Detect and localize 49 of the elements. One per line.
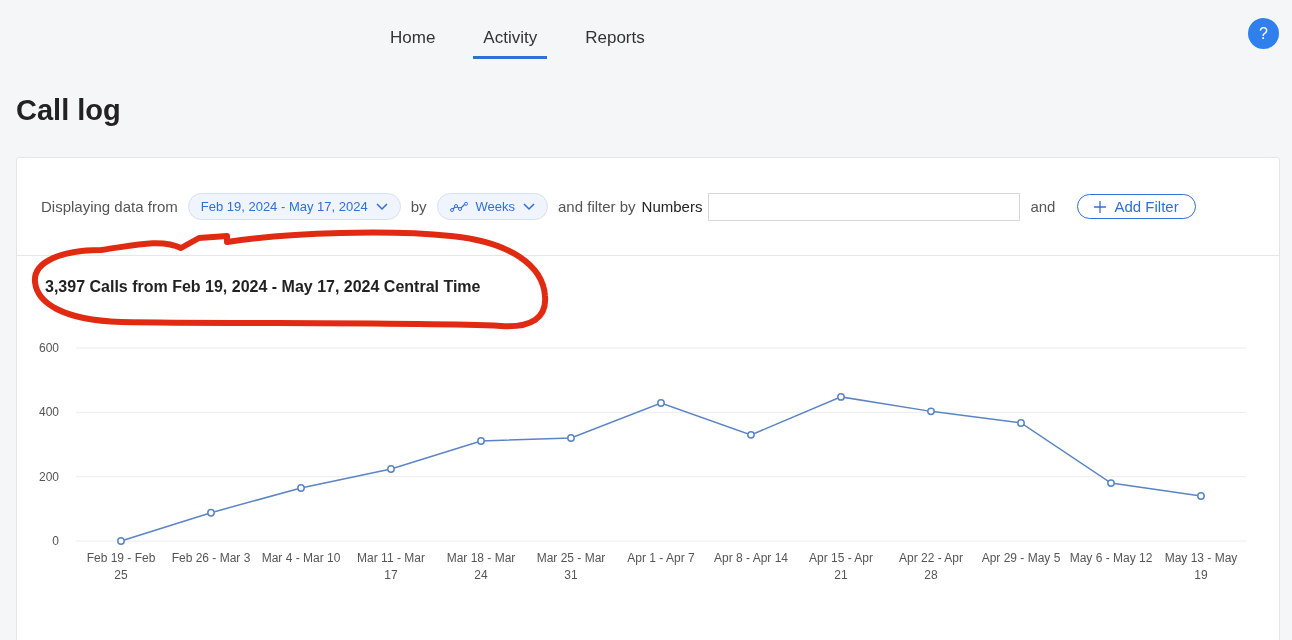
data-point bbox=[297, 484, 305, 492]
x-axis-label: May 13 - May 19 bbox=[1164, 551, 1238, 582]
data-point bbox=[657, 399, 665, 407]
nav-tab[interactable]: Activity bbox=[473, 24, 548, 59]
y-axis-label: 600 bbox=[38, 341, 59, 355]
x-axis-label: Mar 4 - Mar 10 bbox=[261, 551, 341, 565]
add-filter-button[interactable]: Add Filter bbox=[1077, 194, 1196, 219]
data-point bbox=[1197, 492, 1205, 500]
x-axis-label: Mar 11 - Mar 17 bbox=[357, 551, 425, 582]
data-point bbox=[837, 392, 845, 401]
x-axis-label: Apr 8 - Apr 14 bbox=[714, 551, 788, 565]
nav-tab[interactable]: Reports bbox=[575, 24, 655, 59]
chevron-down-icon bbox=[523, 202, 536, 211]
x-axis-label: May 6 - May 12 bbox=[1069, 551, 1153, 565]
line-chart-icon bbox=[449, 201, 468, 212]
page-title: Call log bbox=[16, 94, 122, 128]
filter-label: by bbox=[410, 198, 427, 215]
numbers-input-field[interactable] bbox=[708, 192, 1021, 221]
y-axis-label: 0 bbox=[52, 534, 59, 548]
nav-tab[interactable]: Home bbox=[380, 24, 446, 59]
chevron-down-icon bbox=[375, 202, 388, 211]
help-button[interactable]: ? bbox=[1248, 18, 1279, 49]
x-axis-label: Feb 26 - Mar 3 bbox=[171, 551, 251, 565]
x-axis-label: Mar 25 - Mar 31 bbox=[536, 551, 606, 582]
interval-dropdown[interactable]: Weeks bbox=[436, 193, 549, 220]
plus-icon bbox=[1094, 200, 1107, 213]
data-point bbox=[477, 437, 485, 445]
x-axis-label: Apr 1 - Apr 7 bbox=[627, 551, 695, 565]
filter-label: Displaying data from bbox=[41, 198, 178, 215]
data-point bbox=[567, 434, 575, 442]
data-point bbox=[1017, 419, 1025, 427]
data-point bbox=[1107, 479, 1115, 488]
data-point bbox=[117, 537, 125, 545]
x-axis-label: Feb 19 - Feb 25 bbox=[86, 551, 156, 582]
data-point bbox=[207, 508, 215, 517]
y-axis-label: 200 bbox=[38, 469, 59, 484]
data-point bbox=[747, 430, 755, 439]
x-axis-label: Apr 29 - May 5 bbox=[981, 551, 1061, 565]
filter-label: Numbers bbox=[641, 198, 703, 215]
data-point bbox=[387, 465, 395, 473]
chart-heading: 3,397 Calls from Feb 19, 2024 - May 17, 2024 Central Time bbox=[45, 277, 481, 297]
filter-label: and filter by bbox=[558, 198, 636, 215]
x-axis-label: Apr 15 - Apr 21 bbox=[809, 551, 873, 582]
y-axis-label: 400 bbox=[38, 405, 59, 420]
filter-label: and bbox=[1030, 198, 1056, 215]
date-range-dropdown[interactable]: Feb 19, 2024 - May 17, 2024 bbox=[187, 193, 401, 220]
data-point bbox=[927, 407, 935, 416]
x-axis-label: Apr 22 - Apr 28 bbox=[899, 551, 963, 582]
x-axis-label: Mar 18 - Mar 24 bbox=[446, 551, 516, 582]
